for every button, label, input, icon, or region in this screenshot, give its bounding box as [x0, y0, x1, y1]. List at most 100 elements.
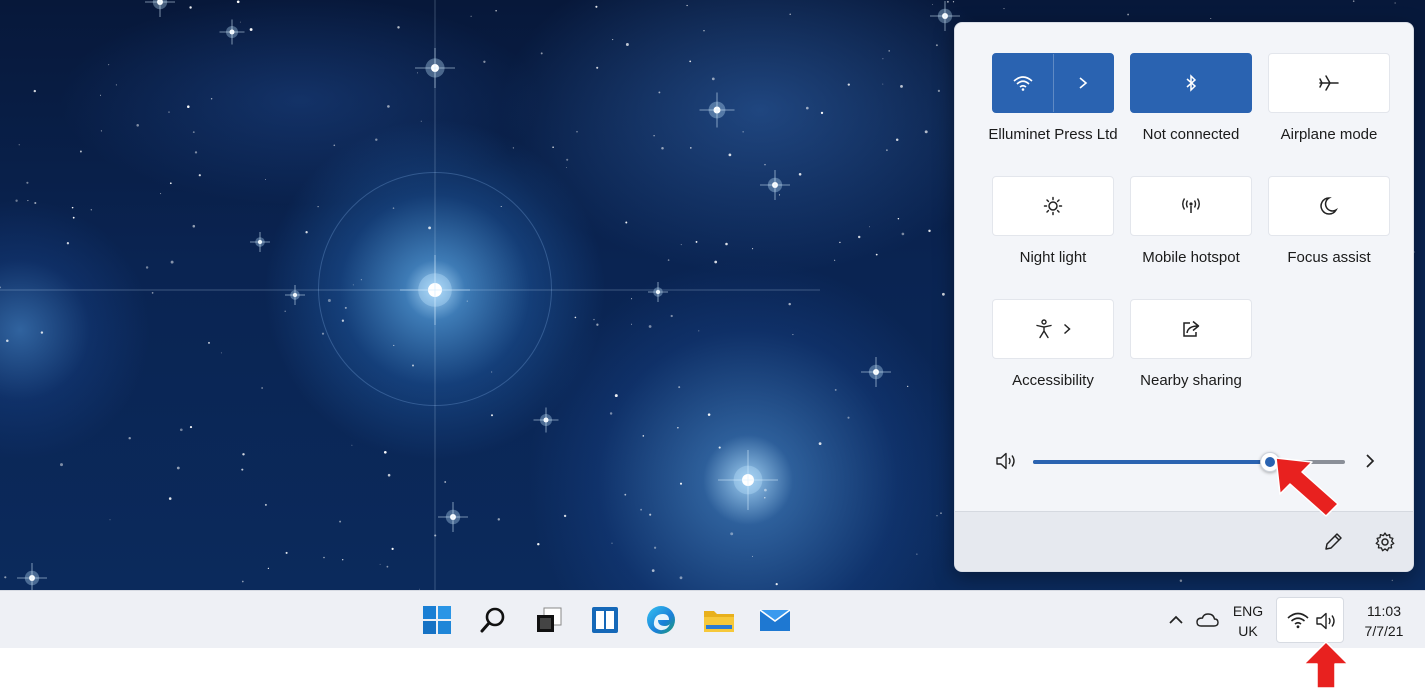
star: [689, 60, 692, 63]
task-view-icon[interactable]: [532, 603, 566, 637]
bright-star: [718, 450, 778, 510]
bluetooth-toggle[interactable]: [1130, 53, 1252, 113]
mail-icon[interactable]: [758, 603, 792, 637]
wifi-toggle[interactable]: [992, 53, 1114, 113]
onedrive-cloud-icon[interactable]: [1194, 609, 1220, 631]
star: [393, 344, 395, 346]
star: [383, 450, 387, 454]
star: [792, 334, 794, 336]
star: [707, 413, 711, 416]
star: [66, 242, 70, 245]
star: [500, 206, 502, 207]
edge-icon[interactable]: [644, 603, 678, 637]
tile-label-focus-assist: Focus assist: [1287, 249, 1371, 266]
star: [265, 178, 266, 180]
star: [711, 77, 715, 81]
star: [631, 298, 633, 300]
accessibility-toggle[interactable]: [992, 299, 1114, 359]
airplane-toggle[interactable]: [1268, 53, 1390, 113]
star: [907, 385, 909, 388]
wifi-icon[interactable]: [993, 54, 1053, 112]
search-icon[interactable]: [476, 603, 510, 637]
bright-star: [760, 170, 790, 200]
bright-star: [438, 502, 468, 532]
star: [26, 181, 29, 184]
star: [285, 551, 288, 554]
language-code: ENG: [1232, 603, 1264, 619]
star: [886, 149, 888, 152]
star: [847, 416, 850, 419]
star: [834, 388, 837, 391]
annotation-arrow-slider: [1275, 457, 1339, 517]
gear-icon[interactable]: [1371, 528, 1399, 556]
star: [566, 167, 567, 168]
star: [937, 89, 941, 93]
brightness-icon: [1043, 196, 1063, 216]
share-icon: [1183, 320, 1200, 337]
star: [677, 427, 679, 429]
star: [267, 567, 270, 570]
moon-icon: [1320, 197, 1338, 215]
star: [952, 1, 955, 3]
tile-accessibility: Accessibility: [983, 299, 1123, 391]
star: [33, 89, 36, 93]
star: [932, 4, 934, 6]
star: [284, 310, 286, 313]
chevron-up-icon[interactable]: [1166, 609, 1186, 631]
tile-label-airplane: Airplane mode: [1280, 126, 1378, 143]
star: [60, 463, 63, 467]
star: [1003, 8, 1005, 10]
star: [764, 163, 766, 166]
star: [928, 229, 931, 233]
star: [236, 0, 240, 4]
wifi-networks-chevron-icon[interactable]: [1052, 54, 1114, 112]
tile-label-accessibility: Accessibility: [1012, 372, 1094, 389]
bright-star: [17, 563, 47, 590]
star: [916, 553, 918, 555]
mobile-hotspot-toggle[interactable]: [1130, 176, 1252, 236]
wifi-icon: [1287, 611, 1309, 634]
star: [18, 144, 20, 146]
star: [764, 497, 766, 499]
star: [90, 209, 92, 211]
accessibility-chevron-icon[interactable]: [1063, 319, 1071, 340]
star: [342, 559, 344, 561]
star: [658, 91, 661, 94]
start-icon[interactable]: [420, 603, 454, 637]
star: [115, 84, 117, 86]
star: [648, 325, 652, 328]
pencil-icon[interactable]: [1319, 528, 1347, 556]
tile-mobile-hotspot: Mobile hotspot: [1121, 176, 1261, 268]
star: [189, 6, 192, 9]
star: [725, 242, 728, 246]
star: [630, 323, 632, 325]
star: [168, 111, 170, 113]
star: [798, 173, 802, 176]
audio-output-chevron-icon[interactable]: [1359, 447, 1381, 475]
clock[interactable]: 11:03 7/7/21: [1350, 601, 1418, 641]
night-light-toggle[interactable]: [992, 176, 1114, 236]
star: [317, 205, 319, 208]
star: [241, 580, 244, 583]
tile-bluetooth: Not connected: [1121, 53, 1261, 145]
nearby-sharing-toggle[interactable]: [1130, 299, 1252, 359]
star: [490, 414, 494, 417]
star: [895, 138, 899, 142]
file-explorer-icon[interactable]: [702, 603, 736, 637]
bright-star: [699, 92, 735, 128]
star: [778, 194, 781, 196]
network-volume-button[interactable]: [1276, 597, 1344, 643]
input-language-indicator[interactable]: ENG UK: [1228, 601, 1268, 641]
star: [151, 292, 154, 294]
star: [169, 182, 172, 185]
star: [574, 316, 577, 319]
focus-assist-toggle[interactable]: [1268, 176, 1390, 236]
star: [661, 147, 664, 150]
speaker-icon: [1315, 611, 1339, 636]
star: [728, 153, 732, 157]
star: [4, 576, 7, 579]
speaker-icon[interactable]: [995, 451, 1019, 471]
star: [352, 284, 354, 286]
star: [742, 131, 744, 133]
widgets-icon[interactable]: [588, 603, 622, 637]
